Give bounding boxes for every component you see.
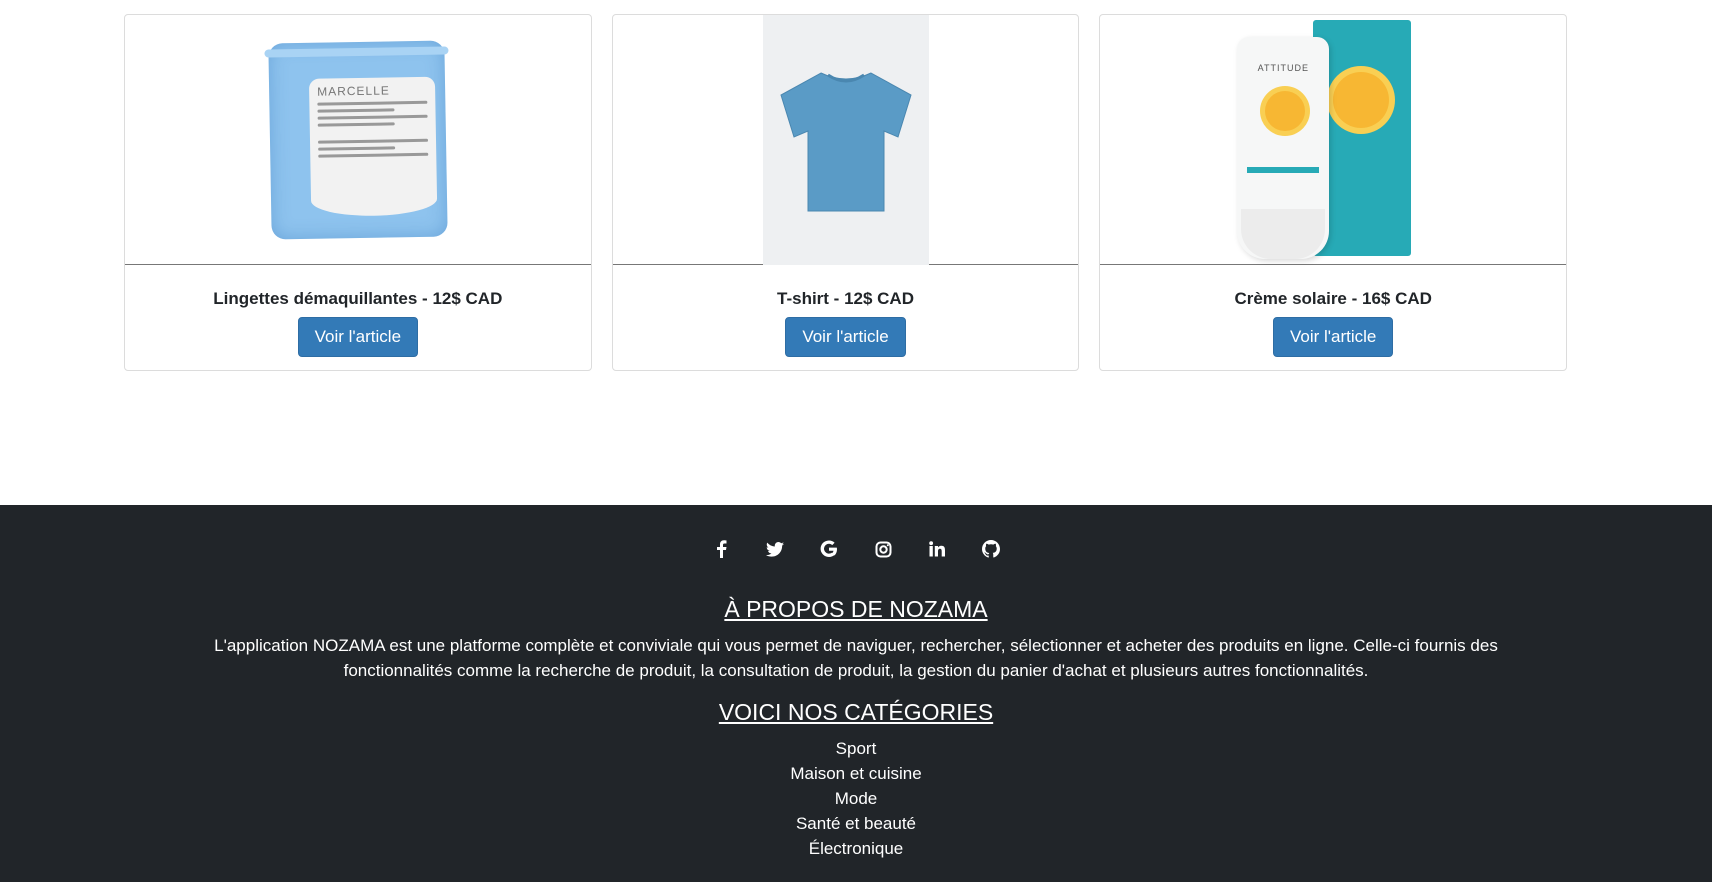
view-article-button[interactable]: Voir l'article [785, 317, 906, 357]
about-title: À PROPOS DE NOZAMA [724, 596, 988, 622]
linkedin-icon[interactable] [910, 534, 964, 564]
brand-name: MARCELLE [316, 82, 390, 99]
view-article-button[interactable]: Voir l'article [297, 317, 419, 357]
sunscreen-tube-image: ATTITUDE [1237, 37, 1330, 259]
category-list: Sport Maison et cuisine Mode Santé et be… [0, 736, 1712, 861]
product-card: MARCELLE Lingettes démaquillantes - 12$ … [124, 14, 592, 371]
about-text: L'application NOZAMA est une platforme c… [214, 636, 1498, 680]
product-image[interactable]: MARCELLE [125, 15, 591, 265]
google-icon[interactable] [802, 534, 856, 564]
product-image[interactable]: ATTITUDE [1100, 15, 1567, 265]
view-article-button[interactable]: Voir l'article [1272, 317, 1394, 357]
instagram-icon[interactable] [856, 534, 910, 564]
category-item[interactable]: Électronique [0, 836, 1712, 861]
tshirt-image [762, 15, 929, 265]
product-card: ATTITUDE Crème solaire - 16$ CAD Voir l'… [1099, 14, 1568, 371]
product-title: Lingettes démaquillantes - 12$ CAD [213, 289, 503, 308]
footer: À PROPOS DE NOZAMA L'application NOZAMA … [0, 505, 1712, 882]
category-item[interactable]: Mode [0, 786, 1712, 811]
brand-name: ATTITUDE [1257, 63, 1310, 73]
category-item[interactable]: Sport [0, 736, 1712, 761]
github-icon[interactable] [964, 534, 1018, 564]
wipes-label: MARCELLE [308, 76, 438, 217]
wipes-package-image: MARCELLE [268, 39, 448, 240]
twitter-icon[interactable] [748, 534, 802, 564]
category-item[interactable]: Santé et beauté [0, 811, 1712, 836]
category-item[interactable]: Maison et cuisine [0, 761, 1712, 786]
categories-title: VOICI NOS CATÉGORIES [718, 699, 994, 725]
product-image[interactable] [612, 15, 1079, 265]
product-title: Crème solaire - 16$ CAD [1234, 289, 1432, 308]
product-grid: MARCELLE Lingettes démaquillantes - 12$ … [124, 14, 1568, 371]
social-links [0, 534, 1712, 564]
product-card: T-shirt - 12$ CAD Voir l'article [611, 14, 1080, 371]
product-title: T-shirt - 12$ CAD [777, 289, 914, 308]
facebook-icon[interactable] [694, 534, 748, 564]
